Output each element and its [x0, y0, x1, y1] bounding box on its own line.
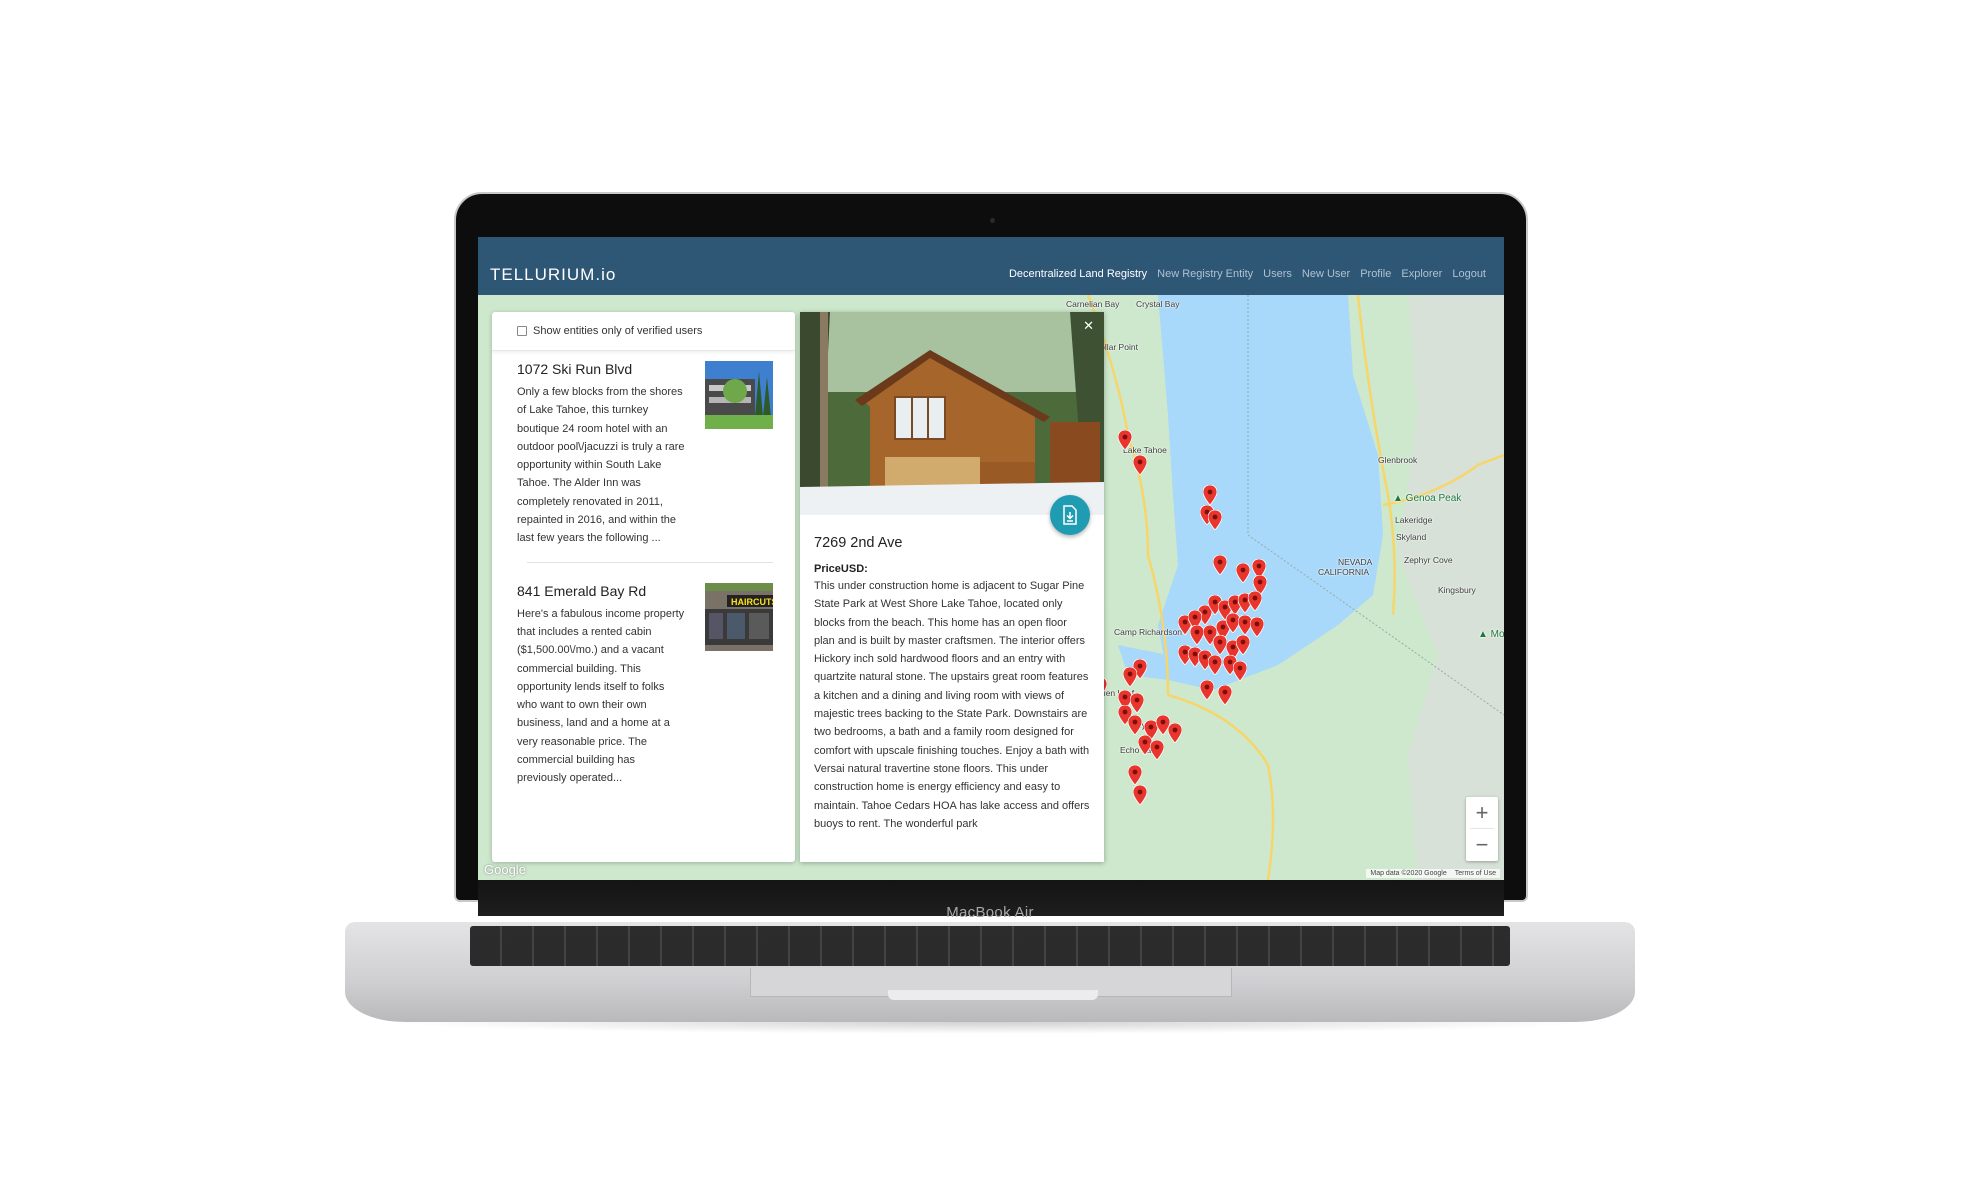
road-south — [1167, 693, 1275, 880]
navbar: TELLURIUM.io Decentralized Land Registry… — [478, 237, 1504, 296]
map-pin-icon[interactable] — [1213, 635, 1227, 655]
map-peak-label: ▲ Monument Peak — [1478, 629, 1504, 640]
map-pin-icon[interactable] — [1203, 485, 1217, 505]
map-place-label: Lakeridge — [1395, 515, 1433, 525]
entity-list-item[interactable]: 841 Emerald Bay Rd Here's a fabulous inc… — [492, 573, 795, 798]
verified-checkbox[interactable] — [517, 326, 527, 336]
entity-list-item[interactable]: 1072 Ski Run Blvd Only a few blocks from… — [492, 351, 795, 573]
file-download-icon — [1063, 505, 1077, 525]
zoom-in-button[interactable]: + — [1466, 797, 1498, 829]
hotel-photo[interactable] — [705, 361, 773, 429]
map-pin-icon[interactable] — [1200, 680, 1214, 700]
map-place-label: CALIFORNIA — [1318, 567, 1370, 577]
map-pin-icon[interactable] — [1208, 510, 1222, 530]
terms-of-use-link[interactable]: Terms of Use — [1455, 870, 1496, 877]
laptop-notch — [888, 990, 1098, 1000]
map-place-label: Crystal Bay — [1136, 299, 1180, 309]
nav-land-registry[interactable]: Decentralized Land Registry — [1009, 268, 1147, 280]
map-place-label: Carnelian Bay — [1066, 299, 1120, 309]
nav-new-user[interactable]: New User — [1302, 268, 1350, 280]
map-pin-icon[interactable] — [1168, 723, 1182, 743]
zoom-out-button[interactable]: − — [1466, 829, 1498, 861]
map-peak-label: ▲ Genoa Peak — [1393, 493, 1462, 504]
map-pin-icon[interactable] — [1233, 661, 1247, 681]
map-place-label: Kingsbury — [1438, 585, 1476, 595]
list-divider — [527, 561, 773, 563]
verified-filter[interactable]: Show entities only of verified users — [492, 312, 795, 351]
device-label: MacBook Air — [946, 904, 1034, 921]
price-label: PriceUSD: — [814, 563, 868, 575]
nav-new-registry-entity[interactable]: New Registry Entity — [1157, 268, 1253, 280]
map-pin-icon[interactable] — [1248, 591, 1262, 611]
detail-description: This under construction home is adjacent… — [814, 580, 1090, 830]
map-pin-icon[interactable] — [1130, 693, 1144, 713]
map-place-label: Skyland — [1396, 532, 1427, 542]
screen: TELLURIUM.io Decentralized Land Registry… — [478, 237, 1504, 880]
nav-logout[interactable]: Logout — [1452, 268, 1486, 280]
map-pin-icon[interactable] — [1133, 455, 1147, 475]
map-pin-icon[interactable] — [1128, 715, 1142, 735]
map-pin-icon[interactable] — [1218, 685, 1232, 705]
map-pin-icon[interactable] — [1213, 555, 1227, 575]
entity-detail-card: ✕ 7269 2nd Ave PriceUSD: This under cons… — [800, 312, 1104, 862]
map-pin-icon[interactable] — [1236, 635, 1250, 655]
map-pin-icon[interactable] — [1236, 563, 1250, 583]
property-photo — [800, 312, 1104, 515]
map-pin-icon[interactable] — [1250, 617, 1264, 637]
detail-title: 7269 2nd Ave — [814, 535, 903, 551]
nav-links: Decentralized Land Registry New Registry… — [1009, 268, 1486, 280]
google-logo: Google — [484, 862, 526, 877]
map-place-label: Glenbrook — [1378, 455, 1418, 465]
entity-description: Here's a fabulous income property that i… — [517, 607, 685, 785]
detail-body: 7269 2nd Ave PriceUSD: This under constr… — [814, 535, 1090, 833]
map-place-label: NEVADA — [1338, 557, 1373, 567]
zoom-control: + − — [1466, 797, 1498, 861]
map-attribution: Map data ©2020 Google Terms of Use — [1366, 869, 1500, 878]
map-pin-icon[interactable] — [1118, 430, 1132, 450]
svg-text:HAIRCUTS: HAIRCUTS — [731, 597, 773, 607]
entity-description: Only a few blocks from the shores of Lak… — [517, 386, 685, 545]
camera-icon — [990, 218, 995, 223]
brand-logo[interactable]: TELLURIUM.io — [490, 265, 616, 285]
nav-profile[interactable]: Profile — [1360, 268, 1391, 280]
map-pin-icon[interactable] — [1133, 785, 1147, 805]
haircuts-storefront-photo[interactable]: HAIRCUTS — [705, 582, 773, 651]
map-pin-icon[interactable] — [1128, 765, 1142, 785]
map-place-label: Camp Richardson — [1114, 627, 1183, 637]
verified-filter-label: Show entities only of verified users — [533, 325, 703, 337]
map-pin-icon[interactable] — [1123, 667, 1137, 687]
laptop-keyboard — [470, 926, 1510, 966]
nav-explorer[interactable]: Explorer — [1401, 268, 1442, 280]
map-pin-icon[interactable] — [1208, 655, 1222, 675]
download-document-button[interactable] — [1050, 495, 1090, 535]
nav-users[interactable]: Users — [1263, 268, 1292, 280]
entity-list-panel: Show entities only of verified users 107… — [492, 312, 795, 862]
map-data-credit: Map data ©2020 Google — [1370, 870, 1447, 877]
map-pin-icon[interactable] — [1190, 625, 1204, 645]
map-place-label: Zephyr Cove — [1404, 555, 1453, 565]
map-pin-icon[interactable] — [1150, 740, 1164, 760]
close-icon[interactable]: ✕ — [1083, 318, 1094, 334]
